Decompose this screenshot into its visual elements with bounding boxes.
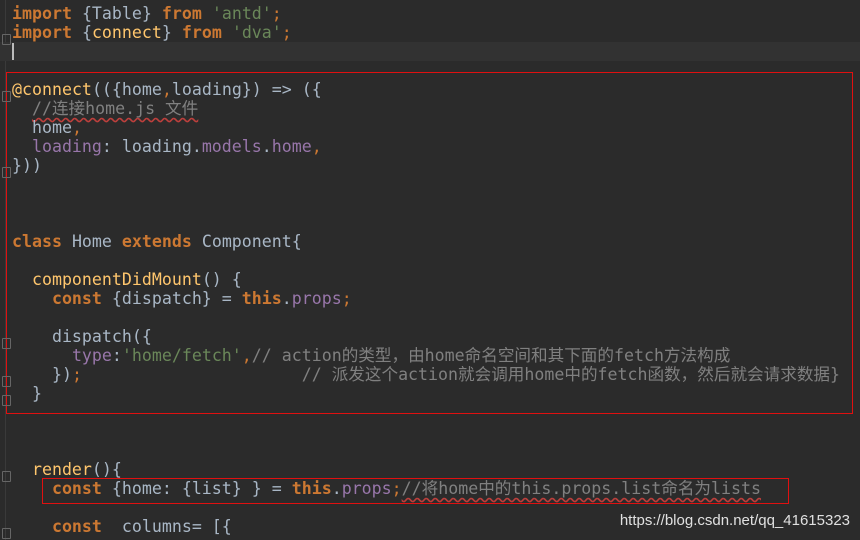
fold-icon[interactable] [2,91,11,102]
code-line: render(){ [32,460,122,479]
current-line-highlight [0,42,860,61]
code-token: } [161,23,182,42]
code-line: import {connect} from 'dva'; [12,23,292,42]
code-token: { [71,23,92,42]
fold-icon[interactable] [2,395,11,406]
fold-icon[interactable] [2,528,11,539]
code-token: import [12,23,72,42]
watermark: https://blog.csdn.net/qq_41615323 [619,512,850,529]
fold-icon[interactable] [2,376,11,387]
annotation-box-connect [6,72,853,414]
code-token: {Table} [71,4,162,23]
code-token: ; [271,4,282,23]
text-caret [12,43,14,60]
code-token: 'dva' [231,23,282,42]
code-token: import [12,4,72,23]
code-token: 'antd' [211,4,272,23]
code-token: (){ [91,460,122,479]
code-line: import {Table} from 'antd'; [12,4,282,23]
code-token: const [51,517,102,536]
code-token: from [181,23,222,42]
code-token: render [31,460,92,479]
fold-icon[interactable] [2,34,11,45]
fold-icon[interactable] [2,471,11,482]
code-token: ; [281,23,292,42]
code-line: const columns= [{ [52,517,232,536]
fold-icon[interactable] [2,167,11,178]
code-token: from [161,4,202,23]
annotation-box-render [42,478,789,504]
fold-icon[interactable] [2,338,11,349]
code-token: columns= [{ [101,517,232,536]
code-token: connect [91,23,162,42]
